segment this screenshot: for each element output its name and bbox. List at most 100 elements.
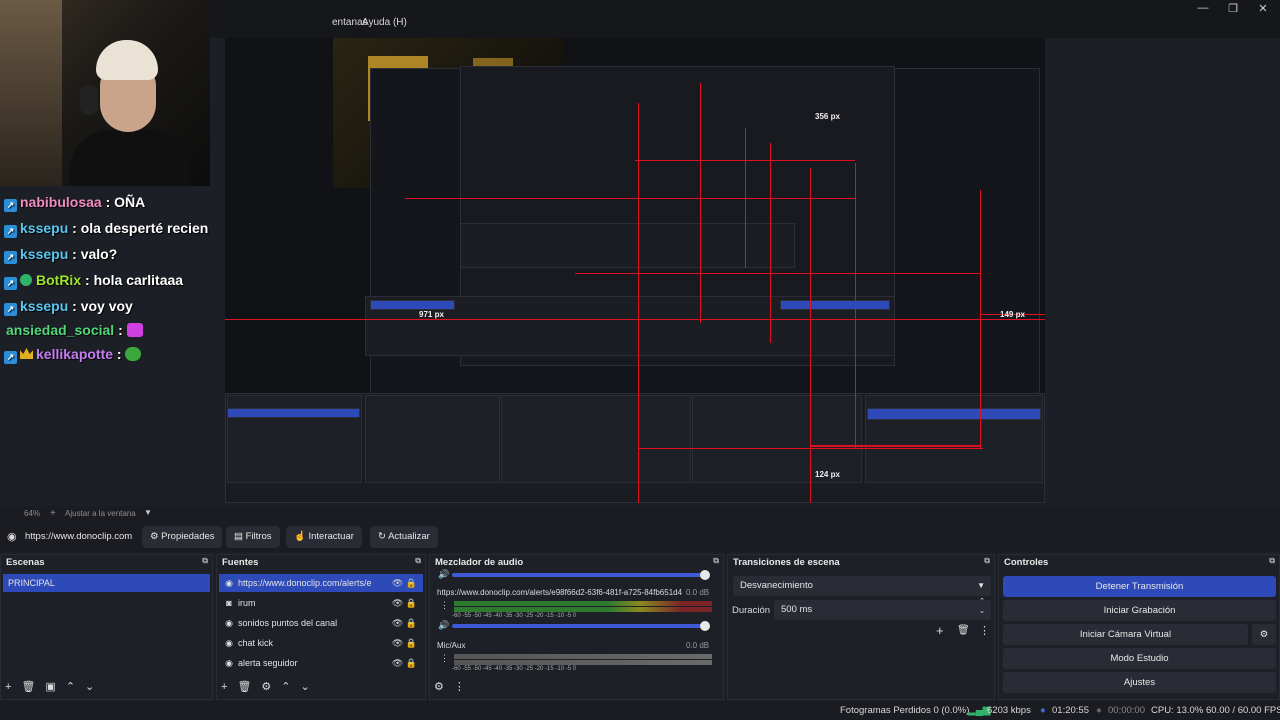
float-icon[interactable]: ⧉ <box>202 556 208 566</box>
stop-stream-button[interactable]: Detener Transmisión <box>1003 576 1276 597</box>
menu-ayuda[interactable]: Ayuda (H) <box>362 17 407 28</box>
settings-icon[interactable]: ⚙ <box>434 681 444 693</box>
arrow-down-icon[interactable]: ⌄ <box>85 681 94 693</box>
chevron-down-icon: ▼ <box>977 581 985 590</box>
transitions-dock: Transiciones de escena ⧉ Desvanecimiento ▼… <box>727 554 995 700</box>
selected-source-name: https://www.donoclip.com <box>25 531 133 542</box>
chat-user: kssepu <box>20 298 69 314</box>
gear-icon[interactable]: ⚙ <box>261 681 271 693</box>
visibility-lock-icons: 👁 🔒 <box>391 574 417 592</box>
preview-canvas[interactable]: 356 px 149 px 971 px 124 px <box>225 38 1045 503</box>
scenes-title: Escenas ⧉ <box>6 556 208 568</box>
globe-icon: ◉ <box>225 578 233 588</box>
add-icon[interactable]: + <box>5 681 11 693</box>
track1-volume-slider[interactable] <box>452 624 707 628</box>
globe-icon: ◉ <box>225 658 233 668</box>
trash-icon[interactable]: 🗑 <box>237 681 251 693</box>
chat-user: kssepu <box>20 246 69 262</box>
chat-message: : <box>118 322 123 338</box>
arrow-up-icon[interactable]: ⌃ <box>66 681 75 693</box>
source-item[interactable]: ◉ chat kick 👁 🔒 <box>219 634 423 652</box>
add-icon[interactable]: + <box>936 623 944 638</box>
volume-slider-top[interactable] <box>452 573 707 577</box>
properties-label: Propiedades <box>161 531 215 542</box>
kebab-menu-icon[interactable]: ⋮ <box>454 681 465 693</box>
track1-name: https://www.donoclip.com/alerts/e98f66d2… <box>437 588 682 597</box>
stream-time: 01:20:55 <box>1052 705 1089 716</box>
filter-icon[interactable]: ▣ <box>45 681 55 693</box>
duration-input[interactable]: 500 ms ⌃ ⌄ <box>774 598 991 620</box>
close-icon[interactable]: ✕ <box>1255 2 1271 15</box>
zoom-level[interactable]: 64% <box>24 509 40 518</box>
sources-title: Fuentes ⧉ <box>222 556 421 568</box>
source-item[interactable]: ◉ https://www.donoclip.com/alerts/e 👁 🔒 <box>219 574 423 592</box>
duration-label: Duración <box>732 605 771 616</box>
chevron-down-icon[interactable]: ▼ <box>144 508 152 517</box>
zoom-in-icon[interactable]: + <box>50 508 56 519</box>
dropped-frames: Fotogramas Perdidos 0 (0.0%) <box>840 705 970 716</box>
kebab-menu-icon[interactable]: ⋮ <box>440 653 449 664</box>
scenes-dock: Escenas ⧉ PRINCIPAL + 🗑 ▣ ⌃ ⌄ <box>0 554 213 700</box>
track1-db: 0.0 dB <box>686 588 710 597</box>
fit-window-label[interactable]: Ajustar a la ventana <box>65 509 136 518</box>
arrow-up-icon[interactable]: ⌃ <box>281 681 290 693</box>
webcam-feed <box>0 0 210 186</box>
scene-item[interactable]: PRINCIPAL <box>3 574 210 592</box>
globe-icon: ◉ <box>7 531 17 543</box>
refresh-icon: ↻ <box>378 531 386 542</box>
volume-knob[interactable] <box>700 570 710 580</box>
bitrate: 6203 kbps <box>987 705 1031 716</box>
filters-button[interactable]: ▤ Filtros <box>226 526 280 548</box>
trash-icon[interactable]: 🗑 <box>21 681 35 693</box>
kick-badge-icon: ↗ <box>4 251 17 264</box>
float-icon[interactable]: ⧉ <box>984 556 990 566</box>
start-recording-button[interactable]: Iniciar Grabación <box>1003 600 1276 621</box>
settings-button[interactable]: Ajustes <box>1003 672 1276 693</box>
arrow-down-icon[interactable]: ⌄ <box>301 681 310 693</box>
kick-badge-icon: ↗ <box>4 225 17 238</box>
chat-message: : hola carlitaaa <box>85 272 184 288</box>
transition-select[interactable]: Desvanecimiento ▼ <box>733 576 991 596</box>
source-item[interactable]: ◙ irum 👁 🔒 <box>219 594 423 612</box>
visibility-lock-icons: 👁 🔒 <box>391 618 417 628</box>
track2-meter-2 <box>454 660 712 665</box>
chat-line: ↗ kssepu : valo? <box>4 246 117 264</box>
speaker-icon[interactable]: 🔊 <box>438 620 449 631</box>
track1-volume-knob[interactable] <box>700 621 710 631</box>
audio-mixer-dock: Mezclador de audio ⧉ 🔊 https://www.donocl… <box>429 554 724 700</box>
track2-meter <box>454 654 712 659</box>
gear-icon: ⚙ <box>150 531 159 542</box>
minimize-icon[interactable]: — <box>1195 2 1211 14</box>
measure-label-971: 971 px <box>419 310 444 319</box>
chat-message: : ola desperté recien <box>72 220 209 236</box>
filters-label: Filtros <box>245 531 272 542</box>
kick-badge-icon: ↗ <box>4 351 17 364</box>
refresh-button[interactable]: ↻ Actualizar <box>370 526 438 548</box>
start-virtual-cam-button[interactable]: Iniciar Cámara Virtual <box>1003 624 1248 645</box>
emote-icon <box>125 347 142 361</box>
speaker-icon[interactable]: 🔊 <box>438 569 449 580</box>
globe-icon: ◉ <box>225 638 233 648</box>
float-icon[interactable]: ⧉ <box>1269 556 1275 566</box>
kebab-menu-icon[interactable]: ⋮ <box>440 600 449 611</box>
add-icon[interactable]: + <box>221 681 227 693</box>
record-time: 00:00:00 <box>1108 705 1145 716</box>
stream-live-icon: ● <box>1040 705 1046 716</box>
meter-scale: -60 -55 -50 -45 -40 -35 -30 -25 -20 -15 … <box>452 613 577 619</box>
visibility-lock-icons: 👁 🔒 <box>391 598 417 608</box>
hand-icon: ☝ <box>294 531 306 542</box>
trash-icon[interactable]: 🗑 <box>957 625 970 636</box>
source-item[interactable]: ◉ alerta seguidor 👁 🔒 <box>219 654 423 672</box>
maximize-icon[interactable]: ❐ <box>1225 2 1241 15</box>
chat-line: ansiedad_social : <box>6 322 143 338</box>
kebab-menu-icon[interactable]: ⋮ <box>979 624 990 637</box>
properties-button[interactable]: ⚙ Propiedades <box>142 526 222 548</box>
chat-overlay: ↗ nabibulosaa : OÑA ↗ kssepu : ola despert… <box>0 188 225 368</box>
studio-mode-button[interactable]: Modo Estudio <box>1003 648 1276 669</box>
source-item[interactable]: ◉ sonidos puntos del canal 👁 🔒 <box>219 614 423 632</box>
float-icon[interactable]: ⧉ <box>713 556 719 566</box>
interact-button[interactable]: ☝ Interactuar <box>286 526 362 548</box>
float-icon[interactable]: ⧉ <box>415 556 421 566</box>
virtual-cam-settings-icon[interactable]: ⚙ <box>1252 624 1276 645</box>
chat-line: ↗ kssepu : ola desperté recien <box>4 220 208 238</box>
